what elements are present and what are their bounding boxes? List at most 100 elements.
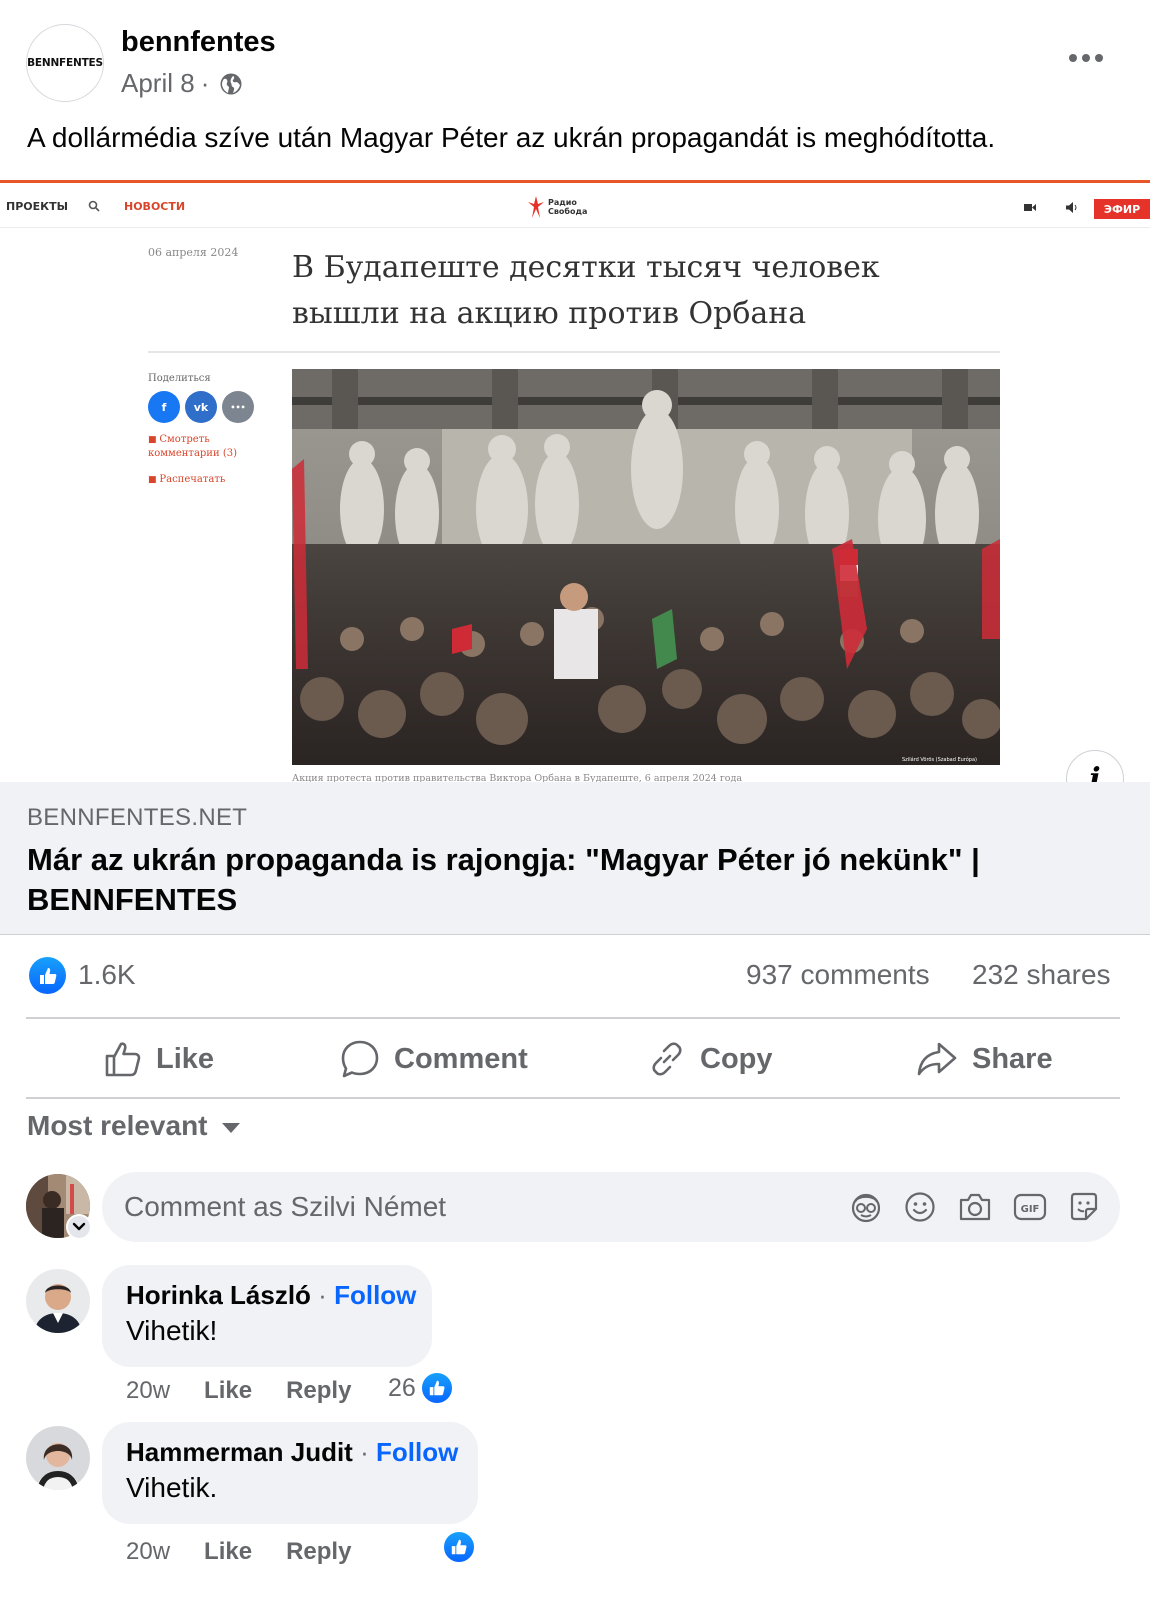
author-separator: · [318,1280,327,1310]
actions-divider [26,1097,1120,1099]
gif-icon[interactable]: GIF [1012,1189,1048,1225]
rs-photo-caption: Акция протеста против правительства Викт… [292,773,743,782]
comment-author-line: Horinka László · Follow [126,1279,416,1311]
comment-text: Vihetik! [126,1315,218,1346]
link-preview-card[interactable]: ПРОЕКТЫ НОВОСТИ Радио Свобода ЭФИР 06 ап… [0,180,1150,935]
comment-count[interactable]: 937 comments [746,959,930,991]
link-domain: BENNFENTES.NET [27,804,248,831]
chevron-down-icon[interactable] [66,1214,92,1240]
link-meta[interactable]: BENNFENTES.NET Már az ukrán propaganda i… [0,782,1150,935]
rs-comments-link: ■ Смотреть комментарии (3) [148,433,248,461]
like-reaction-icon[interactable] [29,957,66,994]
share-icon [917,1042,957,1076]
emoji-icon[interactable] [902,1189,938,1225]
post-stats: 1.6K 937 comments 232 shares [0,945,1150,1009]
comment-composer: GIF [26,1172,1120,1242]
comment-button[interactable]: Comment [340,1020,528,1098]
share-button[interactable]: Share [916,1020,1053,1098]
comment-item: Horinka László · Follow Vihetik! 20w Lik… [26,1265,1120,1405]
post-text: A dollármédia szíve után Magyar Péter az… [27,122,996,153]
link-icon [652,1042,682,1076]
follow-button[interactable]: Follow [376,1437,458,1467]
stats-divider [26,1017,1120,1019]
comment-bubble: Horinka László · Follow Vihetik! [102,1265,432,1367]
rs-nav-projects: ПРОЕКТЫ [6,200,69,213]
rs-logo-icon [528,196,544,218]
share-label: Share [972,1042,1053,1075]
rs-print-link: ■ Распечатать [148,473,225,487]
comment-footer: 20w Like Reply [126,1371,385,1411]
comment-item: Hammerman Judit · Follow Vihetik. 20w Li… [26,1422,1120,1592]
rs-divider [148,351,1000,353]
comment-input[interactable] [124,1172,824,1242]
svg-text:GIF: GIF [1021,1204,1040,1215]
rs-logo-line1: Радио [548,198,577,207]
page-name[interactable]: bennfentes [121,26,276,59]
more-horizontal-icon [1069,54,1077,62]
comment-box[interactable]: GIF [102,1172,1120,1242]
rs-search-icon [88,200,100,212]
globe-icon [220,73,242,94]
more-dot [1082,54,1090,62]
author-separator: · [360,1437,369,1467]
rs-video-icon [1024,204,1036,211]
comment-like-button[interactable]: Like [204,1538,252,1566]
post-date[interactable]: April 8 [121,68,195,99]
rs-live-badge: ЭФИР [1094,199,1150,219]
comment-text: Vihetik. [126,1472,218,1503]
photo-credit: Szilárd Vörös (Szabad Európa) [902,756,977,763]
rs-comments-text: Смотреть комментарии (3) [148,434,237,459]
commenter-avatar[interactable] [26,1269,90,1333]
rs-share-label: Поделиться [148,373,211,384]
comment-like-button[interactable]: Like [204,1377,252,1405]
comment-reactions[interactable]: 26 [388,1371,454,1405]
post-actions: Like Comment Copy Share [26,1020,1120,1098]
rs-logo-line2: Свобода [548,207,588,216]
caret-down-icon [221,1123,240,1133]
comment-author[interactable]: Horinka László [126,1280,311,1310]
comment-time[interactable]: 20w [126,1538,170,1566]
rs-print-text: Распечатать [159,474,226,485]
page-avatar-text: BENNFENTES [27,57,103,69]
like-label: Like [156,1042,215,1075]
rs-nav-news: НОВОСТИ [124,200,186,213]
reaction-count[interactable]: 1.6K [78,959,136,991]
comment-sort-dropdown[interactable]: Most relevant [27,1110,240,1142]
share-count[interactable]: 232 shares [972,959,1111,991]
rs-date: 06 апреля 2024 [148,246,239,259]
link-preview-image[interactable]: ПРОЕКТЫ НОВОСТИ Радио Свобода ЭФИР 06 ап… [0,180,1150,782]
like-button[interactable]: Like [104,1020,214,1098]
rs-print-icon: ■ [148,475,160,485]
camera-icon[interactable] [957,1189,993,1225]
copy-label: Copy [700,1042,773,1075]
rs-logo: Радио Свобода [528,196,587,218]
post-meta: April 8 · [121,68,243,99]
like-reaction-icon [419,1371,454,1405]
page-avatar[interactable]: BENNFENTES [26,24,104,102]
commenter-avatar[interactable] [26,1426,90,1490]
sort-label: Most relevant [27,1110,208,1141]
link-title: Már az ukrán propaganda is rajongja: "Ma… [27,842,980,917]
comment-author[interactable]: Hammerman Judit [126,1437,353,1467]
comment-time[interactable]: 20w [126,1377,170,1405]
rs-topbar: ПРОЕКТЫ НОВОСТИ Радио Свобода ЭФИР [0,186,1150,228]
sticker-icon[interactable] [1066,1189,1102,1225]
meta-separator: · [200,68,210,98]
comment-reaction-count: 26 [388,1373,416,1402]
comment-footer: 20w Like Reply [126,1532,385,1572]
rs-share-facebook: f [148,391,180,423]
avatar-sticker-icon[interactable] [848,1189,884,1225]
rs-comment-icon: ■ [148,435,160,445]
comment-reply-button[interactable]: Reply [286,1538,351,1566]
comment-reply-button[interactable]: Reply [286,1377,351,1405]
follow-button[interactable]: Follow [334,1280,416,1310]
thumbs-up-icon [105,1042,141,1077]
protest-photo: Szilárd Vörös (Szabad Európa) [292,369,1000,765]
comment-reactions[interactable] [438,1530,476,1564]
copy-button[interactable]: Copy [648,1020,773,1098]
more-dot [1095,54,1103,62]
comment-bubble: Hammerman Judit · Follow Vihetik. [102,1422,478,1524]
comment-author-line: Hammerman Judit · Follow [126,1436,458,1468]
protest-photo-illustration: Szilárd Vörös (Szabad Európa) [292,369,1000,765]
more-options-button[interactable] [1060,40,1112,76]
